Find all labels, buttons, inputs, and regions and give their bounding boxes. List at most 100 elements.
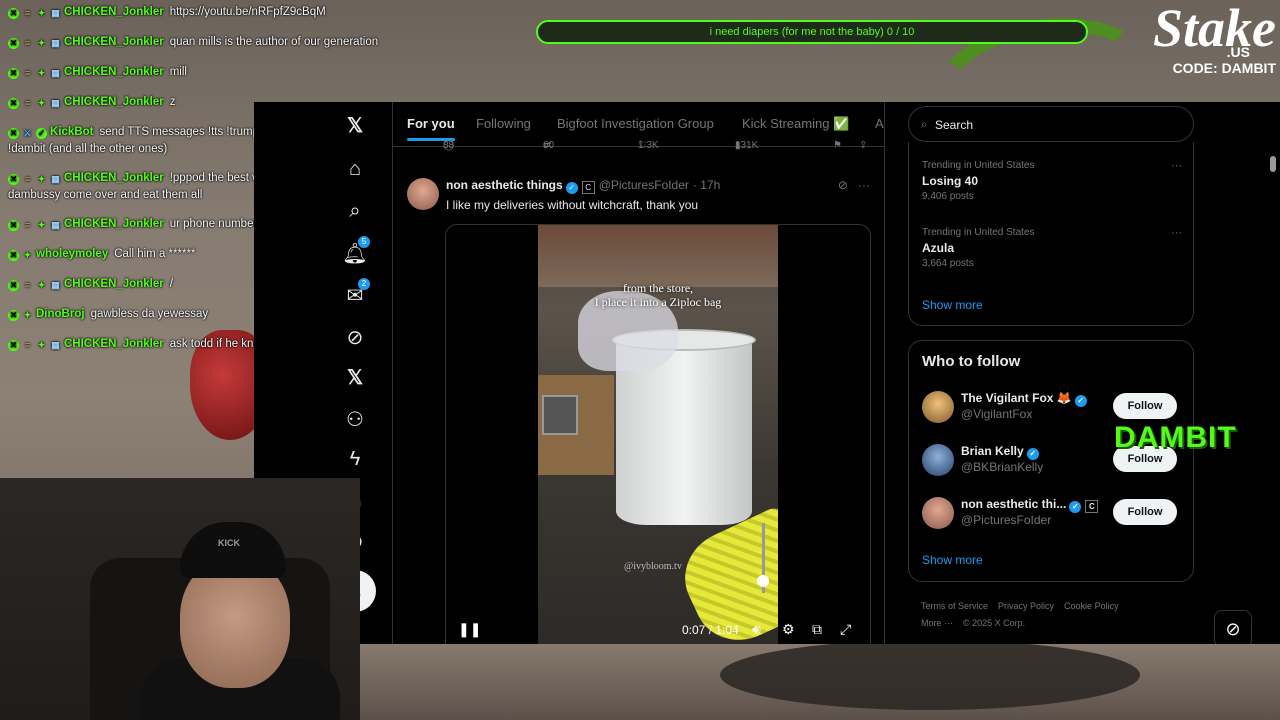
diamond-icon: ✦ xyxy=(37,340,46,350)
trend-post-count: 9,406 posts xyxy=(922,191,974,202)
settings-gear-icon[interactable]: ⚙ xyxy=(782,621,795,638)
notifications-count: 5 xyxy=(358,236,370,248)
fullscreen-icon[interactable]: ⤢ xyxy=(840,621,851,638)
chat-username[interactable]: CHICKEN_Jonkler xyxy=(64,218,164,230)
chat-username[interactable]: CHICKEN_Jonkler xyxy=(64,66,164,78)
search-icon: ⌕ xyxy=(921,117,928,131)
grok-icon: ⊘ xyxy=(1225,618,1241,639)
communities-icon[interactable]: ⚇ xyxy=(342,406,368,432)
premium-x-icon[interactable]: 𝕏 xyxy=(342,364,368,390)
follow-button[interactable]: Follow xyxy=(1113,393,1177,419)
affiliate-badge-icon: C xyxy=(581,181,595,194)
grok-icon[interactable]: ⊘ xyxy=(342,324,368,350)
gift-icon: ▦ xyxy=(51,280,60,290)
search-icon[interactable]: ⌕ xyxy=(342,198,368,224)
streamer-cap: KICK xyxy=(180,522,286,578)
chat-username[interactable]: CHICKEN_Jonkler xyxy=(64,6,164,18)
chat-username[interactable]: CHICKEN_Jonkler xyxy=(64,96,164,108)
gift-icon: ▦ xyxy=(51,98,60,108)
volume-icon[interactable]: 🔊︎ xyxy=(752,621,761,638)
gift-icon: ▦ xyxy=(51,8,60,18)
more-link[interactable]: More ··· xyxy=(921,618,953,628)
diamond-icon: ✦ xyxy=(37,8,46,18)
diamond-icon: ✦ xyxy=(37,38,46,48)
grok-floating-button[interactable]: ⊘ xyxy=(1214,610,1252,644)
chat-username[interactable]: wholeymoley xyxy=(36,248,108,260)
moderator-icon: ✕ xyxy=(8,310,19,321)
chat-message: ✕ ≡ ✦ ▦ CHICKEN_Jonkler quan mills is the aut… xyxy=(8,34,378,50)
cookie-link[interactable]: Cookie Policy xyxy=(1064,601,1119,611)
pause-icon[interactable]: ❚❚ xyxy=(458,621,481,638)
chat-username[interactable]: CHICKEN_Jonkler xyxy=(64,278,164,290)
messages-envelope-icon[interactable]: ✉ 2 xyxy=(342,278,370,308)
hamburger-icon: ≡ xyxy=(24,280,31,290)
avatar[interactable] xyxy=(922,497,954,529)
grok-explain-icon[interactable]: ⊘ xyxy=(838,178,848,192)
terms-link[interactable]: Terms of Service xyxy=(921,601,988,611)
trend-item[interactable]: Trending in United States Losing 40 9,40… xyxy=(922,160,1182,202)
chat-username[interactable]: DinoBroj xyxy=(36,308,85,320)
video-scene-scale xyxy=(542,395,578,435)
avatar[interactable] xyxy=(922,391,954,423)
tweet-author-avatar[interactable] xyxy=(407,178,439,210)
chat-username[interactable]: CHICKEN_Jonkler xyxy=(64,172,164,184)
picture-in-picture-icon[interactable]: ⧉ xyxy=(812,621,822,638)
account-name-text: non aesthetic thi... xyxy=(961,497,1067,511)
notifications-bell-icon[interactable]: 🔔︎ 5 xyxy=(342,236,370,266)
who-to-follow-show-more-link[interactable]: Show more xyxy=(922,553,983,567)
hamburger-icon: ≡ xyxy=(24,8,31,18)
account-handle: @PicturesFoIder xyxy=(961,513,1052,527)
video-caption: from the store, I place it into a Ziploc … xyxy=(538,281,778,309)
volume-slider-handle[interactable] xyxy=(757,575,769,587)
more-dots-icon[interactable]: ··· xyxy=(1171,160,1182,172)
tweet-time[interactable]: · 17h xyxy=(693,178,720,192)
diamond-icon: ✦ xyxy=(37,174,46,184)
chat-username[interactable]: KickBot xyxy=(50,126,93,138)
video-caption-line: from the store, xyxy=(622,281,694,295)
chat-text: Call him a ****** xyxy=(114,248,196,260)
previous-tweet-actions: ◯ 88 ⇄ 60 ♡ 1.3K ▮ 131K ⚑ ⇪ xyxy=(393,140,884,156)
tweet-author-handle[interactable]: @PicturesFoIder xyxy=(599,178,689,192)
gift-icon: ▦ xyxy=(51,174,60,184)
follow-button[interactable]: Follow xyxy=(1113,499,1177,525)
search-input[interactable]: ⌕ Search xyxy=(908,106,1194,142)
privacy-link[interactable]: Privacy Policy xyxy=(998,601,1054,611)
hamburger-icon: ≡ xyxy=(24,220,31,230)
more-dots-icon[interactable]: ··· xyxy=(1171,227,1182,239)
right-sidebar: ⌕ Search Trending in United States Losin… xyxy=(908,102,1280,644)
chat-username[interactable]: CHICKEN_Jonkler xyxy=(64,338,164,350)
verified-badge-icon: ✓ xyxy=(1074,395,1087,407)
video-scene-rail xyxy=(538,225,778,287)
video-player[interactable]: from the store, I place it into a Ziploc … xyxy=(445,224,871,644)
tab-for-you[interactable]: For you xyxy=(407,116,455,141)
share-icon[interactable]: ⇪ xyxy=(859,140,867,151)
home-icon[interactable]: ⌂ xyxy=(342,156,368,182)
account-handle: @BKBrianKelly xyxy=(961,460,1044,474)
tweet-author-name[interactable]: non aesthetic things xyxy=(446,178,563,192)
verified-orgs-lightning-icon[interactable]: ϟ xyxy=(342,446,368,472)
page-scrollbar[interactable] xyxy=(1270,156,1276,172)
dambit-overlay-logo: DAMBIT xyxy=(1114,421,1237,454)
moderator-icon: ✕ xyxy=(8,340,19,351)
more-dots-icon[interactable]: ··· xyxy=(858,178,870,192)
sponsor-code: CODE: DAMBIT xyxy=(1172,60,1276,76)
trend-context: Trending in United States xyxy=(922,227,1035,238)
sponsor-logo: Stake .US CODE: DAMBIT xyxy=(1130,0,1280,76)
follow-suggestion[interactable]: non aesthetic thi... ✓ C @PicturesFoIder F… xyxy=(922,495,1188,535)
gift-icon: ▦ xyxy=(51,340,60,350)
bookmark-icon[interactable]: ⚑ xyxy=(833,140,842,151)
chat-username[interactable]: CHICKEN_Jonkler xyxy=(64,36,164,48)
avatar[interactable] xyxy=(922,444,954,476)
chat-message: ✕ ≡ ✦ ▦ CHICKEN_Jonkler mill xyxy=(8,64,187,80)
chat-text: gawbless da yewessay xyxy=(90,308,209,320)
tab-bigfoot-investigation-group[interactable]: Bigfoot Investigation Group xyxy=(557,116,714,131)
chat-text: z xyxy=(169,96,176,108)
trends-show-more-link[interactable]: Show more xyxy=(922,298,983,312)
tab-overflow[interactable]: A xyxy=(875,116,884,131)
trend-item[interactable]: Trending in United States Azula 3,664 po… xyxy=(922,227,1182,269)
x-logo-icon[interactable]: 𝕏 xyxy=(342,112,368,138)
tab-following[interactable]: Following xyxy=(476,116,531,131)
like-count-value: 1.3K xyxy=(638,140,659,151)
tab-kick-streaming[interactable]: Kick Streaming ✅ xyxy=(742,116,849,132)
messages-count: 2 xyxy=(358,278,370,290)
